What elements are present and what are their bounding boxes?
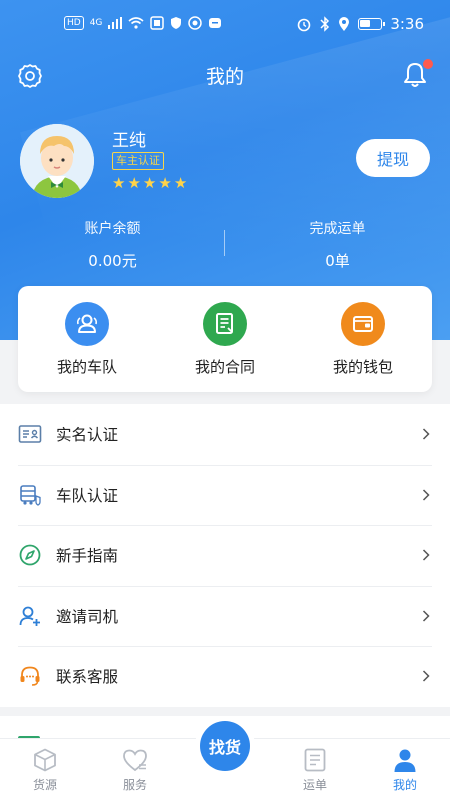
menu-item-label: 实名认证	[56, 426, 119, 445]
person-icon	[391, 746, 419, 774]
location-icon	[339, 17, 350, 31]
headset-icon	[18, 664, 42, 688]
box-icon	[31, 746, 59, 774]
hd-chip: HD	[64, 16, 84, 30]
notifications-button[interactable]	[400, 59, 433, 90]
rating-stars: ★ ★ ★ ★ ★	[112, 175, 187, 191]
network-label: 4G	[89, 18, 103, 28]
notification-dot	[423, 59, 433, 69]
star-icon: ★	[112, 174, 126, 192]
completed-orders-stat[interactable]: 完成运单 0单	[225, 218, 450, 271]
my-team-button[interactable]: 我的车队	[18, 286, 156, 392]
completed-orders-value: 0单	[325, 252, 350, 270]
balance-label: 账户余额	[84, 221, 141, 237]
truck-icon	[18, 483, 42, 507]
my-contract-button[interactable]: 我的合同	[156, 286, 294, 392]
owner-verified-badge: 车主认证	[112, 152, 164, 170]
balance-value: 0.00元	[88, 252, 137, 270]
status-bar: HD 4G 3:36	[0, 0, 450, 52]
my-team-label: 我的车队	[56, 358, 117, 376]
menu-item-team-verification[interactable]: 车队认证	[0, 464, 450, 526]
app-icon	[188, 16, 203, 30]
quick-actions-card: 我的车队 我的合同 我的钱包	[18, 286, 432, 392]
battery-icon	[358, 18, 386, 30]
my-contract-label: 我的合同	[194, 358, 255, 376]
chevron-right-icon	[422, 428, 430, 440]
menu-item-invite-driver[interactable]: 邀请司机	[0, 585, 450, 647]
wifi-icon	[128, 17, 144, 29]
menu-item-label: 车队认证	[56, 486, 119, 505]
tab-find-goods[interactable]: 找货	[180, 721, 270, 800]
find-goods-button[interactable]: 找货	[200, 721, 250, 771]
chevron-right-icon	[422, 610, 430, 622]
menu-item-customer-service[interactable]: 联系客服	[0, 646, 450, 707]
message-icon	[209, 18, 222, 28]
settings-menu: 实名认证 车队认证 新手指南 邀请司机 联系客服	[0, 404, 450, 707]
chevron-right-icon	[422, 670, 430, 682]
id-card-icon	[18, 422, 42, 446]
heart-icon	[121, 746, 149, 774]
balance-stat[interactable]: 账户余额 0.00元	[0, 218, 225, 271]
star-icon: ★	[173, 174, 188, 192]
bluetooth-icon	[320, 16, 330, 32]
status-left-icons: HD 4G	[64, 16, 222, 30]
tab-waybill[interactable]: 运单	[270, 739, 360, 800]
tab-goods-source[interactable]: 货源	[0, 739, 90, 800]
menu-item-real-name-verification[interactable]: 实名认证	[0, 404, 450, 465]
tab-label: 服务	[122, 778, 147, 792]
tab-label: 我的	[392, 778, 417, 792]
team-icon	[65, 302, 109, 346]
star-icon: ★	[127, 174, 141, 192]
wallet-icon	[341, 302, 385, 346]
avatar-illustration-icon	[20, 124, 94, 198]
my-wallet-button[interactable]: 我的钱包	[294, 286, 432, 392]
clock: 3:36	[390, 15, 424, 33]
app-icon	[150, 16, 165, 30]
tab-label: 货源	[32, 778, 57, 792]
bottom-tab-bar: 货源 服务 找货 运单 我的	[0, 721, 450, 800]
menu-item-beginner-guide[interactable]: 新手指南	[0, 525, 450, 586]
tab-services[interactable]: 服务	[90, 739, 180, 800]
withdraw-button[interactable]: 提现	[356, 139, 430, 177]
tab-label: 运单	[302, 778, 327, 792]
add-user-icon	[18, 604, 42, 628]
tab-mine[interactable]: 我的	[360, 739, 450, 800]
menu-item-label: 联系客服	[56, 668, 119, 687]
signal-icon	[108, 17, 123, 29]
star-icon: ★	[158, 174, 172, 192]
list-icon	[301, 746, 329, 774]
avatar[interactable]	[20, 124, 94, 198]
star-icon: ★	[142, 174, 157, 192]
alarm-icon	[298, 18, 311, 32]
my-wallet-label: 我的钱包	[332, 358, 393, 376]
user-name: 王纯	[112, 131, 146, 151]
page-title: 我的	[205, 66, 244, 88]
menu-item-label: 邀请司机	[56, 607, 119, 626]
compass-icon	[18, 543, 42, 567]
menu-item-label: 新手指南	[56, 547, 119, 566]
status-right-icons: 3:36	[296, 15, 424, 33]
shield-icon	[171, 17, 182, 29]
chevron-right-icon	[422, 549, 430, 561]
contract-icon	[203, 302, 247, 346]
chevron-right-icon	[422, 489, 430, 501]
completed-orders-label: 完成运单	[309, 221, 366, 237]
